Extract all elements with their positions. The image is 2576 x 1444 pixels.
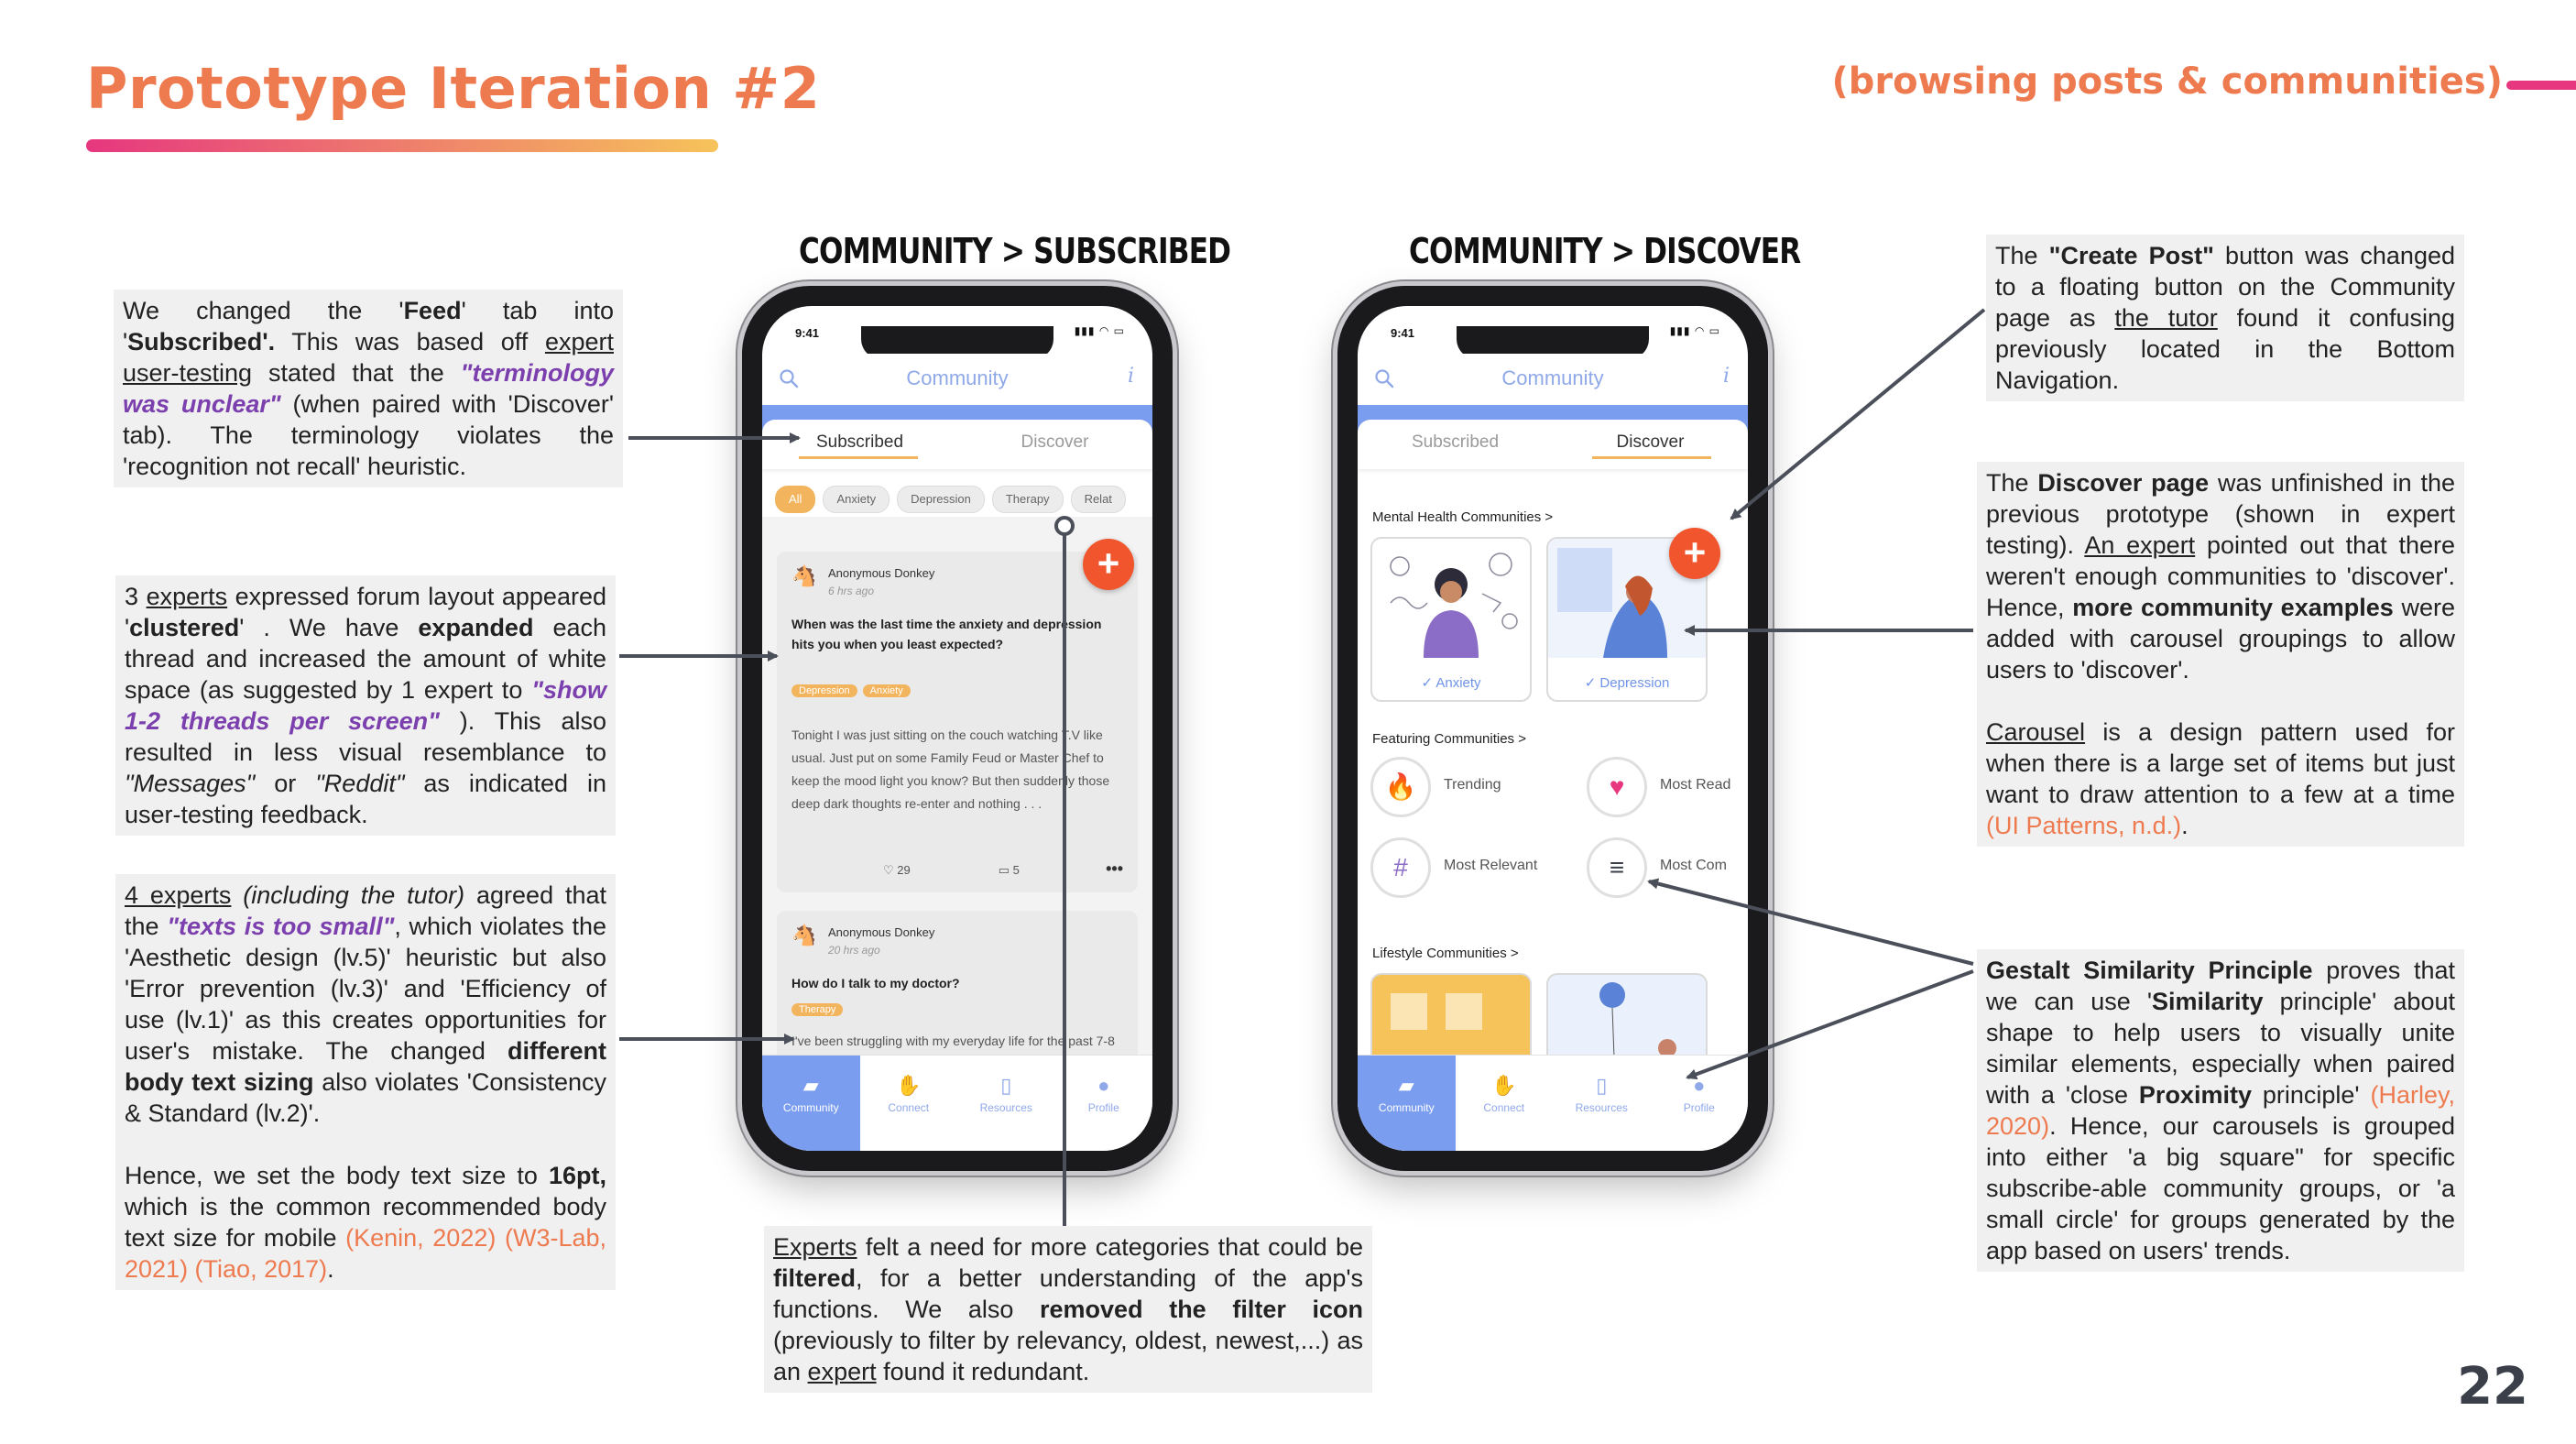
post-body: Tonight I was just sitting on the couch … (791, 727, 1110, 811)
note-create-post: The "Create Post" button was changed to … (1986, 235, 2464, 401)
info-icon[interactable]: i (1128, 365, 1134, 388)
nav-community[interactable]: ▰ Community (1358, 1056, 1456, 1151)
post-time: 6 hrs ago (828, 585, 875, 597)
post-title: How do I talk to my doctor? (791, 976, 960, 990)
note-feed-tab: We changed the 'Feed' tab into 'Subscrib… (114, 290, 623, 487)
community-tabs: Subscribed Discover (1358, 420, 1748, 469)
nav-resources[interactable]: ▯ Resources (957, 1056, 1055, 1151)
chip-all[interactable]: All (775, 486, 816, 513)
tab-discover[interactable]: Discover (1553, 432, 1748, 453)
active-tab-underline (1592, 456, 1711, 459)
post-title: When was the last time the anxiety and d… (791, 617, 1102, 651)
chip-depression[interactable]: Depression (897, 486, 985, 513)
chat-icon: ▰ (1398, 1074, 1414, 1097)
note-discover-page: The Discover page was unfinished in the … (1977, 462, 2464, 847)
note-text-size: 4 experts (including the tutor) agreed t… (115, 874, 616, 1290)
note-filter: Experts felt a need for more categories … (764, 1226, 1372, 1393)
tab-subscribed[interactable]: Subscribed (762, 432, 957, 453)
post-tags: Therapy (791, 1001, 848, 1017)
phone-screen: 9:41 ▮▮▮ ◠ ▭ Community i Subscribed Disc… (762, 306, 1152, 1151)
fire-icon: 🔥 (1370, 757, 1431, 817)
phone-label-subscribed: COMMUNITY > SUBSCRIBED (799, 231, 1231, 271)
nav-profile[interactable]: ● Profile (1055, 1056, 1153, 1151)
slide-title: Prototype Iteration #2 (86, 55, 821, 122)
featured-label: Most Read (1660, 777, 1731, 793)
more-options-icon[interactable]: ••• (1106, 859, 1123, 879)
phone-discover: 9:41 ▮▮▮ ◠ ▭ Community i Subscribed Disc… (1337, 286, 1768, 1171)
person-icon: ● (1693, 1074, 1706, 1097)
phone-subscribed: 9:41 ▮▮▮ ◠ ▭ Community i Subscribed Disc… (742, 286, 1173, 1171)
nav-connect[interactable]: ✋ Connect (860, 1056, 958, 1151)
section-featuring[interactable]: Featuring Communities > (1372, 731, 1526, 747)
person-icon: ● (1097, 1074, 1110, 1097)
anxiety-illustration (1372, 539, 1530, 658)
post-author: Anonymous Donkey (828, 925, 935, 939)
post-time: 20 hrs ago (828, 944, 880, 957)
phone-icon: ▯ (1596, 1074, 1608, 1097)
post-stats: ♡ 29 ▭ 5 (883, 863, 1108, 878)
section-mental-health[interactable]: Mental Health Communities > (1372, 509, 1553, 525)
heart-icon: ♥ (1587, 757, 1647, 817)
title-underline (86, 139, 718, 152)
phone-icon: ▯ (1000, 1074, 1012, 1097)
create-post-button[interactable]: + (1669, 528, 1720, 579)
list-icon: ≡ (1587, 837, 1647, 898)
featured-label: Most Com (1660, 858, 1727, 873)
status-icons: ▮▮▮ ◠ ▭ (1074, 324, 1125, 337)
card-label: ✓ Anxiety (1421, 675, 1481, 691)
post-tag[interactable]: Anxiety (862, 684, 911, 697)
comment-count[interactable]: ▭ 5 (999, 863, 1064, 877)
post-tag[interactable]: Depression (791, 684, 857, 697)
donkey-avatar-icon: 🐴 (791, 564, 817, 587)
tab-discover[interactable]: Discover (957, 432, 1152, 453)
post-tags: Depression Anxiety (791, 682, 916, 698)
header-title: Community (906, 366, 1009, 389)
nav-profile[interactable]: ● Profile (1651, 1056, 1749, 1151)
tab-subscribed[interactable]: Subscribed (1358, 432, 1553, 453)
phone-label-discover: COMMUNITY > DISCOVER (1409, 231, 1801, 271)
nav-community[interactable]: ▰ Community (762, 1056, 860, 1151)
featured-label: Trending (1444, 777, 1501, 793)
community-card-anxiety[interactable]: ✓ Anxiety (1370, 537, 1532, 702)
hashtag-icon: # (1370, 837, 1431, 898)
nav-resources[interactable]: ▯ Resources (1553, 1056, 1651, 1151)
create-post-button[interactable]: + (1083, 539, 1134, 590)
status-icons: ▮▮▮ ◠ ▭ (1669, 324, 1720, 337)
featured-label: Most Relevant (1444, 858, 1538, 873)
chip-therapy[interactable]: Therapy (991, 486, 1064, 513)
donkey-avatar-icon: 🐴 (791, 924, 817, 946)
app-header: Community i (1358, 354, 1748, 405)
card-label: ✓ Depression (1584, 675, 1670, 691)
slide-subtitle: (browsing posts & communities) (1831, 60, 2503, 103)
handshake-icon: ✋ (896, 1074, 922, 1097)
community-tabs: Subscribed Discover (762, 420, 1152, 469)
subtitle-accent-bar (2506, 81, 2576, 90)
active-tab-underline (799, 456, 918, 459)
filter-chips: All Anxiety Depression Therapy Relat (775, 486, 1152, 513)
status-time: 9:41 (795, 326, 820, 340)
status-time: 9:41 (1391, 326, 1415, 340)
handshake-icon: ✋ (1491, 1074, 1517, 1097)
arrow-create-post (1730, 308, 1986, 520)
chip-relationships[interactable]: Relat (1070, 486, 1126, 513)
app-header: Community i (762, 354, 1152, 405)
page-number: 22 (2457, 1357, 2528, 1417)
phone-screen: 9:41 ▮▮▮ ◠ ▭ Community i Subscribed Disc… (1358, 306, 1748, 1151)
nav-connect[interactable]: ✋ Connect (1456, 1056, 1554, 1151)
header-title: Community (1501, 366, 1604, 389)
like-count[interactable]: ♡ 29 (883, 863, 955, 877)
bottom-navigation: ▰ Community ✋ Connect ▯ Resources ● Profile (1358, 1055, 1748, 1151)
post-author: Anonymous Donkey (828, 566, 935, 580)
chip-anxiety[interactable]: Anxiety (823, 486, 890, 513)
post-tag[interactable]: Therapy (791, 1003, 844, 1016)
note-gestalt: Gestalt Similarity Principle proves that… (1977, 949, 2464, 1272)
bottom-navigation: ▰ Community ✋ Connect ▯ Resources ● Profile (762, 1055, 1152, 1151)
chat-icon: ▰ (802, 1074, 819, 1097)
post-card[interactable]: 🐴 Anonymous Donkey 6 hrs ago When was th… (777, 552, 1138, 892)
note-thread-layout: 3 experts expressed forum layout appeare… (115, 575, 616, 836)
section-lifestyle[interactable]: Lifestyle Communities > (1372, 946, 1519, 961)
info-icon[interactable]: i (1723, 365, 1730, 388)
